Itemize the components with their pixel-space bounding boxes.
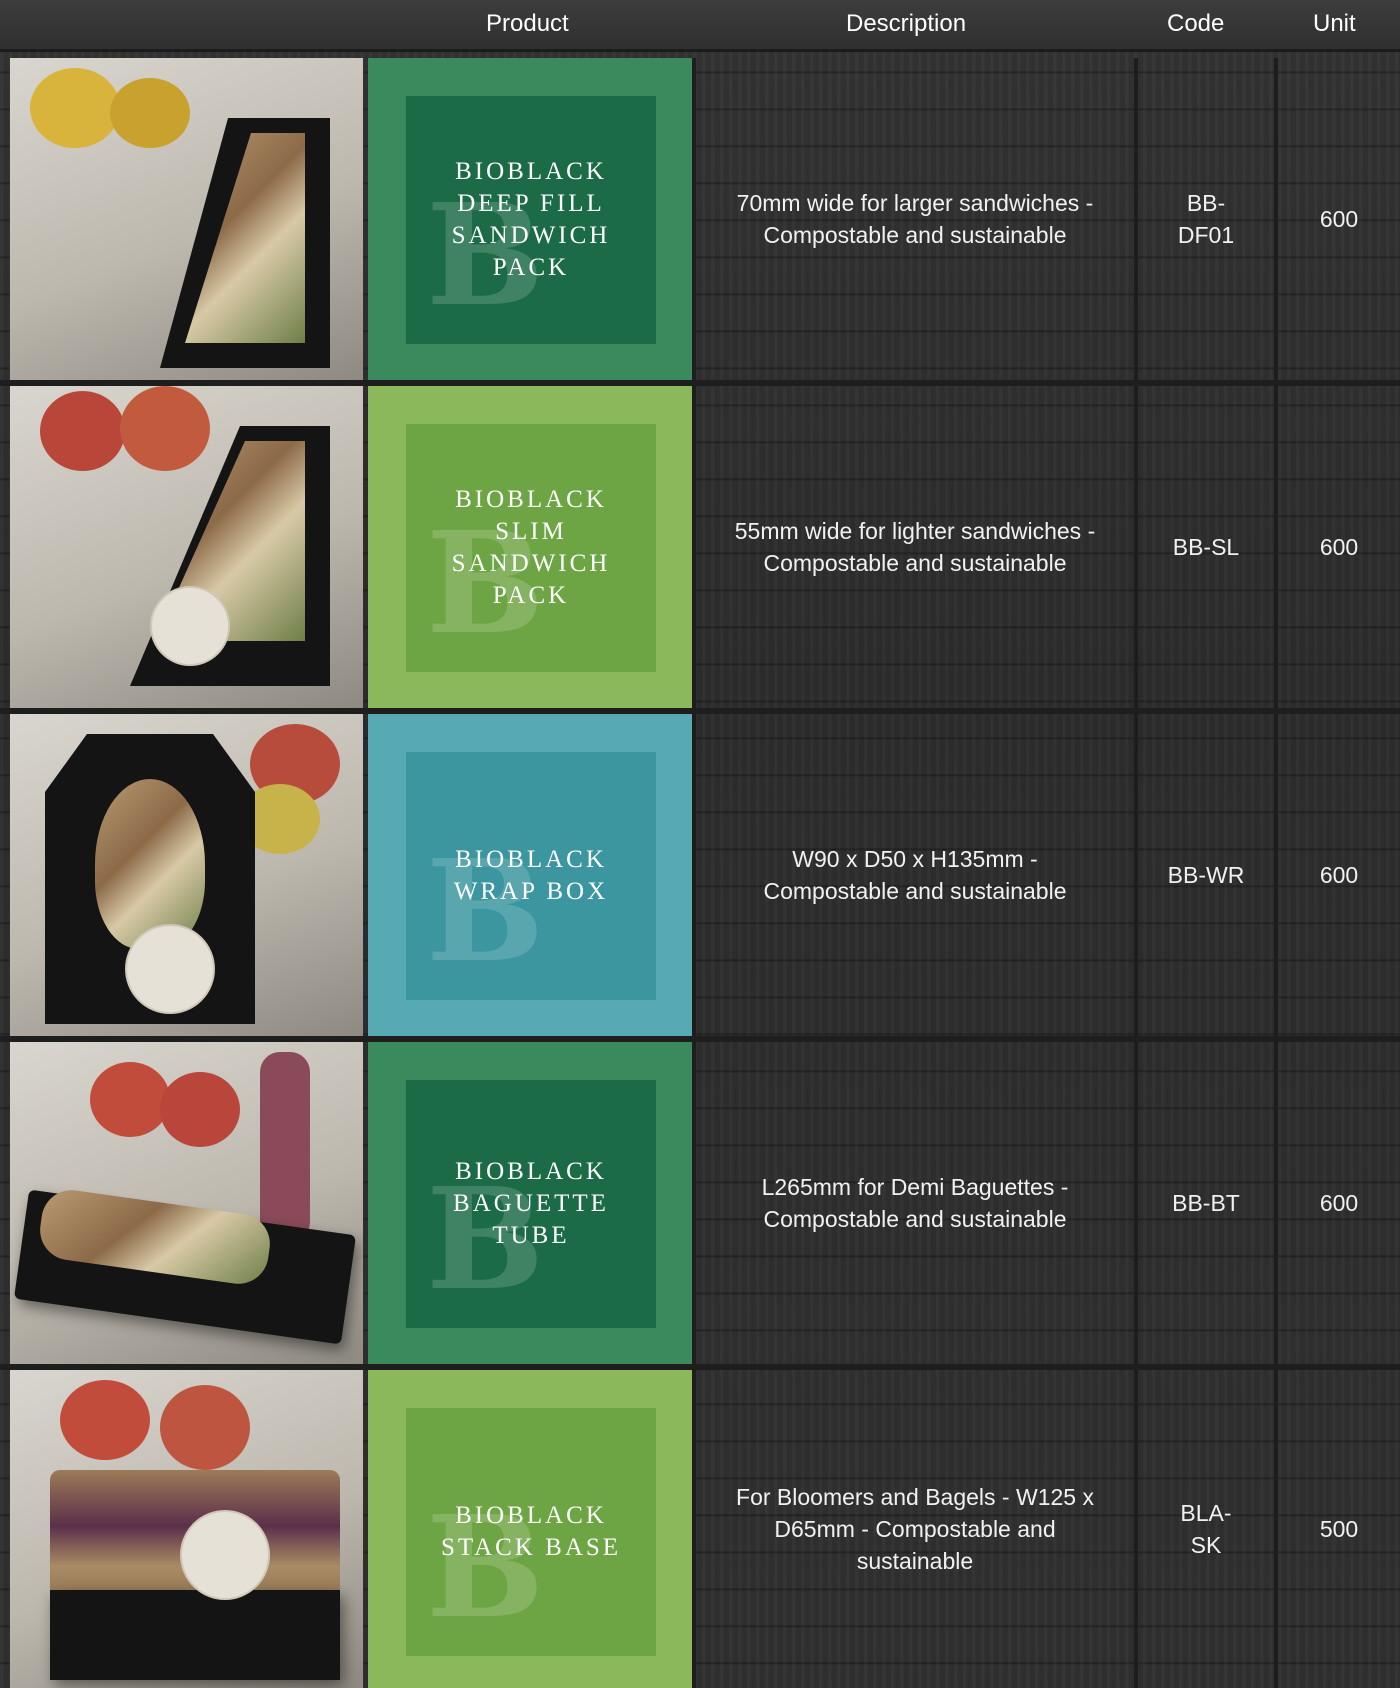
table-row: B BIOBLACK DEEP FILL SANDWICH PACK 70mm … xyxy=(10,58,1400,380)
table-row: B BIOBLACK SLIM SANDWICH PACK 55mm wide … xyxy=(10,386,1400,708)
product-code: BB-DF01 xyxy=(1134,58,1274,380)
product-unit: 600 xyxy=(1274,386,1400,708)
product-description: 55mm wide for lighter sandwiches - Compo… xyxy=(692,386,1134,708)
product-code: BB-SL xyxy=(1134,386,1274,708)
product-code: BLA-SK xyxy=(1134,1370,1274,1688)
table-row: B BIOBLACK BAGUETTE TUBE L265mm for Demi… xyxy=(10,1042,1400,1364)
product-title: BIOBLACK STACK BASE xyxy=(440,1502,622,1561)
product-code: BB-WR xyxy=(1134,714,1274,1036)
product-description: W90 x D50 x H135mm - Compostable and sus… xyxy=(692,714,1134,1036)
header-unit: Unit xyxy=(1313,10,1356,37)
product-title: BIOBLACK SLIM SANDWICH PACK xyxy=(451,486,611,609)
header-description: Description xyxy=(846,10,967,37)
product-description: For Bloomers and Bagels - W125 x D65mm -… xyxy=(692,1370,1134,1688)
product-code: BB-BT xyxy=(1134,1042,1274,1364)
product-photo xyxy=(10,386,363,708)
product-description: 70mm wide for larger sandwiches - Compos… xyxy=(692,58,1134,380)
product-photo xyxy=(10,714,363,1036)
table-row: B BIOBLACK WRAP BOX W90 x D50 x H135mm -… xyxy=(10,714,1400,1036)
header-product: Product xyxy=(486,10,569,37)
product-photo xyxy=(10,58,363,380)
product-name-tile: B BIOBLACK STACK BASE xyxy=(368,1370,692,1688)
product-unit: 600 xyxy=(1274,58,1400,380)
table-row: B BIOBLACK STACK BASE For Bloomers and B… xyxy=(10,1370,1400,1688)
product-name-tile: B BIOBLACK BAGUETTE TUBE xyxy=(368,1042,692,1364)
product-description: L265mm for Demi Baguettes - Compostable … xyxy=(692,1042,1134,1364)
product-title: BIOBLACK DEEP FILL SANDWICH PACK xyxy=(451,158,611,281)
product-title: BIOBLACK WRAP BOX xyxy=(453,846,609,905)
product-name-tile: B BIOBLACK SLIM SANDWICH PACK xyxy=(368,386,692,708)
product-name-tile: B BIOBLACK DEEP FILL SANDWICH PACK xyxy=(368,58,692,380)
product-unit: 600 xyxy=(1274,1042,1400,1364)
product-unit: 600 xyxy=(1274,714,1400,1036)
product-title: BIOBLACK BAGUETTE TUBE xyxy=(453,1158,609,1249)
product-table-page: Product Description Code Unit B BIOBLACK… xyxy=(0,0,1400,1688)
product-photo xyxy=(10,1042,363,1364)
product-unit: 500 xyxy=(1274,1370,1400,1688)
product-photo xyxy=(10,1370,363,1688)
table-header: Product Description Code Unit xyxy=(0,0,1400,52)
header-code: Code xyxy=(1167,10,1225,37)
product-name-tile: B BIOBLACK WRAP BOX xyxy=(368,714,692,1036)
